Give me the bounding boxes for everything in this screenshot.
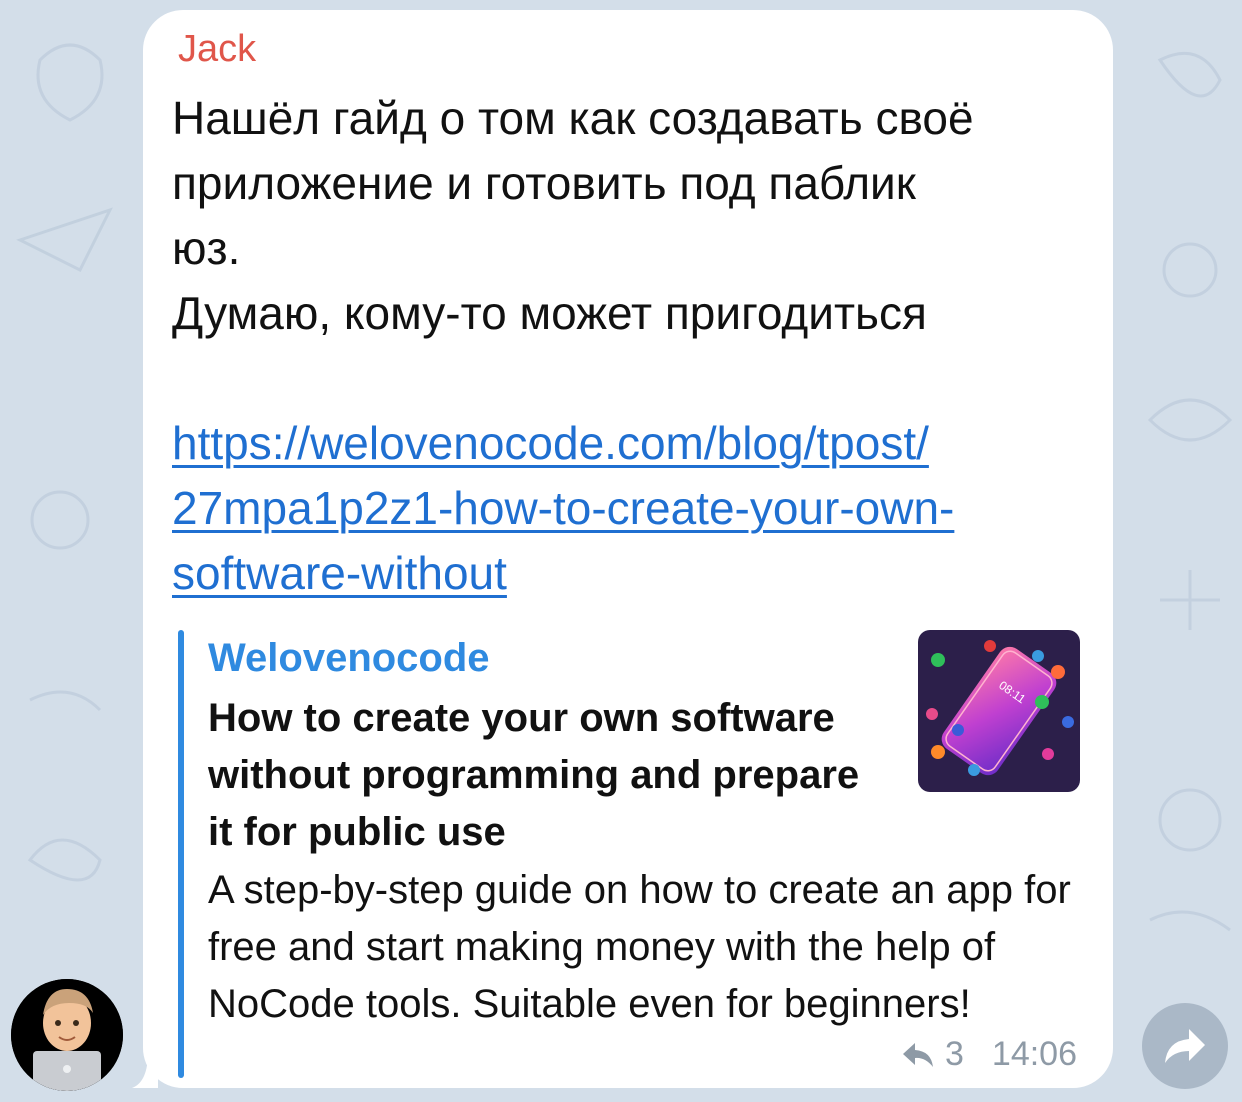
message-line: Нашёл гайд о том как создавать своё xyxy=(172,92,974,144)
reply-count-icon xyxy=(902,1042,933,1067)
memoji-avatar-icon xyxy=(11,979,123,1091)
preview-thumbnail[interactable]: 08:11 xyxy=(918,630,1080,792)
article-link[interactable]: software-without xyxy=(172,547,507,599)
article-link[interactable]: https://welovenocode.com/blog/tpost/ xyxy=(172,417,929,469)
forward-count: 3 xyxy=(944,1035,964,1073)
sender-name[interactable]: Jack xyxy=(178,30,256,68)
phone-apps-image-icon: 08:11 xyxy=(918,630,1080,792)
sender-avatar[interactable] xyxy=(11,979,123,1091)
article-link[interactable]: 27mpa1p2z1-how-to-create-your-own- xyxy=(172,482,954,534)
preview-title: How to create your own software without … xyxy=(208,696,860,854)
link-preview[interactable]: Welovenocode How to create your own soft… xyxy=(178,630,1080,1080)
message-line: юз. xyxy=(172,222,241,274)
message-time: 14:06 xyxy=(991,1035,1077,1073)
message-line: приложение и готовить под паблик xyxy=(172,157,916,209)
preview-description: A step-by-step guide on how to create an… xyxy=(208,868,1071,1026)
preview-accent-bar xyxy=(178,630,184,1078)
share-arrow-icon xyxy=(1165,1029,1205,1063)
message-bubble[interactable]: Jack Нашёл гайд о том как создавать своё… xyxy=(143,10,1113,1088)
preview-site-name: Welovenocode xyxy=(208,636,490,680)
message-text: Нашёл гайд о том как создавать своё прил… xyxy=(172,86,1102,606)
message-line: Думаю, кому-то может пригодиться xyxy=(172,287,927,339)
message-meta: 3 14:06 xyxy=(901,1035,1077,1074)
share-button[interactable] xyxy=(1142,1003,1228,1089)
